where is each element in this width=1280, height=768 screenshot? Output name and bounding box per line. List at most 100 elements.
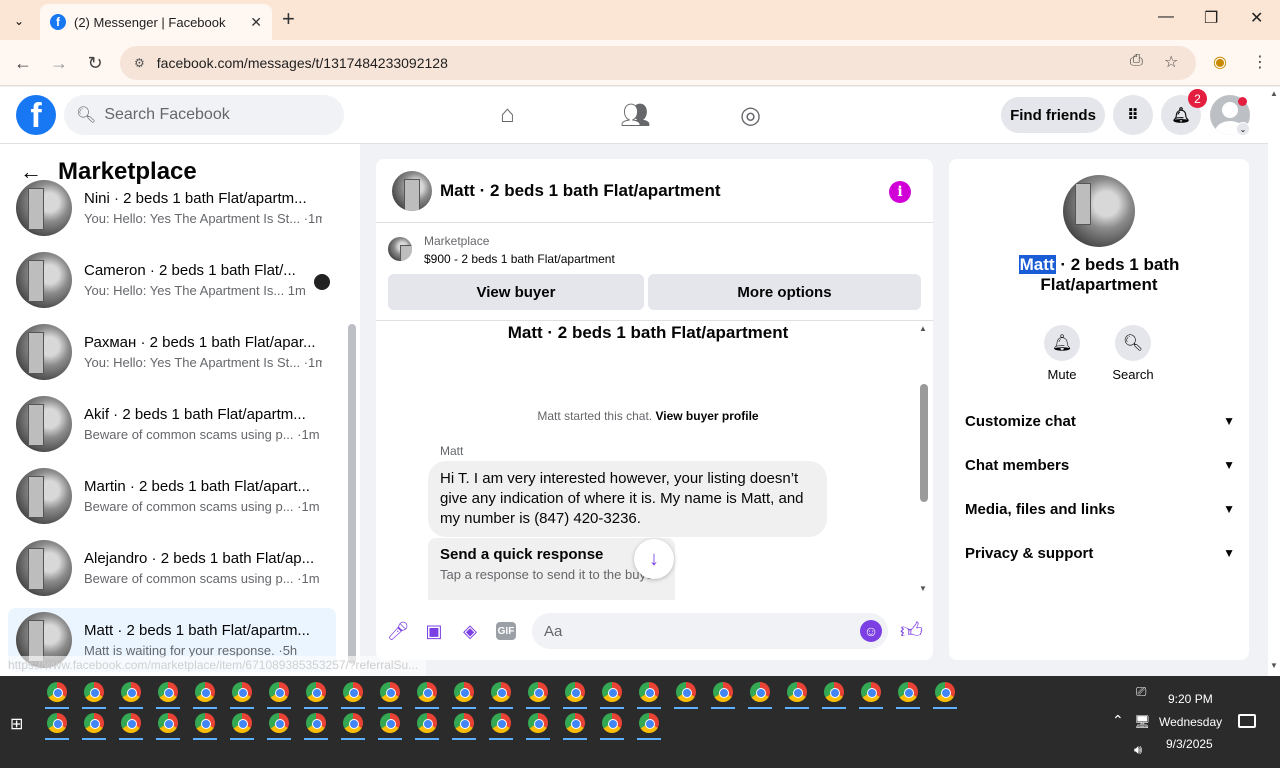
chrome-taskbar-icon[interactable]	[491, 713, 511, 733]
tab-list-chevron-icon[interactable]: ⌄	[8, 10, 30, 32]
home-icon[interactable]: ⌂	[500, 101, 515, 129]
friends-icon[interactable]: 👥︎	[620, 101, 650, 130]
conversation-item[interactable]: Cameron · 2 beds 1 bath Flat/... You: He…	[8, 248, 336, 312]
chrome-taskbar-icon[interactable]	[232, 713, 252, 733]
scroll-up-icon[interactable]: ▲	[919, 324, 927, 333]
chat-members-section[interactable]: Chat members ▼	[965, 453, 1235, 477]
microphone-icon[interactable]: 🎤︎	[386, 619, 410, 643]
back-icon[interactable]: ←	[12, 52, 34, 74]
conversation-item[interactable]: Nini · 2 beds 1 bath Flat/apartm... You:…	[8, 176, 336, 240]
photo-icon[interactable]: ▣	[422, 619, 446, 643]
chrome-taskbar-icon[interactable]	[898, 682, 918, 702]
site-info-icon[interactable]: ⚙	[134, 56, 145, 70]
view-buyer-profile-link[interactable]: View buyer profile	[655, 409, 758, 423]
sticker-icon[interactable]: ◈	[458, 619, 482, 643]
chrome-taskbar-icon[interactable]	[84, 713, 104, 733]
conversation-item[interactable]: Рахман · 2 beds 1 bath Flat/apar... You:…	[8, 320, 336, 384]
scroll-down-icon[interactable]: ▼	[919, 584, 927, 593]
chrome-taskbar-icon[interactable]	[713, 682, 733, 702]
info-icon[interactable]: i	[889, 181, 911, 203]
restore-icon[interactable]: ❐	[1204, 8, 1218, 28]
clock-date[interactable]: 9/3/2025	[1166, 737, 1213, 751]
browser-tab[interactable]: f (2) Messenger | Facebook ✕	[40, 4, 272, 40]
facebook-logo-icon[interactable]: f	[16, 95, 56, 135]
search-conversation-button[interactable]: 🔍︎ Search	[1103, 325, 1163, 382]
conversation-item[interactable]: Martin · 2 beds 1 bath Flat/apart... Bew…	[8, 464, 336, 528]
clock-day[interactable]: Wednesday	[1159, 715, 1222, 729]
chrome-taskbar-icon[interactable]	[232, 682, 252, 702]
chrome-taskbar-icon[interactable]	[602, 713, 622, 733]
gif-icon[interactable]: GIF	[496, 622, 516, 640]
chrome-taskbar-icon[interactable]	[158, 682, 178, 702]
page-scrollbar[interactable]: ▲ ▼	[1268, 87, 1280, 676]
chrome-taskbar-icon[interactable]	[380, 682, 400, 702]
chrome-taskbar-icon[interactable]	[269, 713, 289, 733]
browser-menu-icon[interactable]: ⋮	[1252, 52, 1268, 72]
bookmark-star-icon[interactable]: ☆	[1164, 52, 1178, 72]
chrome-taskbar-icon[interactable]	[935, 682, 955, 702]
volume-icon[interactable]: 🔊︎	[1134, 742, 1142, 758]
chrome-taskbar-icon[interactable]	[84, 682, 104, 702]
chrome-taskbar-icon[interactable]	[158, 713, 178, 733]
chrome-taskbar-icon[interactable]	[417, 682, 437, 702]
groups-icon[interactable]: ◎	[740, 101, 761, 130]
listing-price[interactable]: $900 - 2 beds 1 bath Flat/apartment	[424, 252, 615, 266]
customize-chat-section[interactable]: Customize chat ▼	[965, 409, 1235, 433]
contact-avatar[interactable]	[1063, 175, 1135, 247]
chrome-taskbar-icon[interactable]	[676, 682, 696, 702]
conversation-item[interactable]: Alejandro · 2 beds 1 bath Flat/ap... Bew…	[8, 536, 336, 600]
minimize-icon[interactable]: —	[1158, 8, 1174, 26]
notifications-bell-icon[interactable]: 🔔︎ 2	[1161, 89, 1207, 135]
menu-grid-icon[interactable]: ⠿	[1113, 95, 1153, 135]
chrome-taskbar-icon[interactable]	[528, 682, 548, 702]
more-options-button[interactable]: More options	[648, 274, 921, 310]
chrome-taskbar-icon[interactable]	[195, 682, 215, 702]
page-scroll-down-icon[interactable]: ▼	[1270, 661, 1278, 670]
chat-title[interactable]: Matt · 2 beds 1 bath Flat/apartment	[440, 181, 721, 201]
chrome-taskbar-icon[interactable]	[565, 713, 585, 733]
chrome-taskbar-icon[interactable]	[565, 682, 585, 702]
install-app-icon[interactable]: ⎙	[1130, 52, 1143, 70]
network-icon[interactable]: 🖥︎	[1134, 714, 1151, 730]
chrome-taskbar-icon[interactable]	[269, 682, 289, 702]
url-bar[interactable]: ⚙ facebook.com/messages/t/13174842330921…	[120, 46, 1196, 80]
chat-scrollbar[interactable]: ▲ ▼	[919, 324, 929, 599]
account-chevron-icon[interactable]: ⌄	[1236, 122, 1250, 136]
chrome-taskbar-icon[interactable]	[343, 682, 363, 702]
new-tab-icon[interactable]: +	[282, 8, 295, 30]
chat-list-scrollbar[interactable]	[348, 194, 356, 664]
chrome-taskbar-icon[interactable]	[47, 713, 67, 733]
chrome-taskbar-icon[interactable]	[861, 682, 881, 702]
view-buyer-button[interactable]: View buyer	[388, 274, 644, 310]
emoji-icon[interactable]: ☺	[860, 620, 882, 642]
show-hidden-icons-chevron-icon[interactable]: ⌃	[1112, 712, 1124, 729]
page-scroll-up-icon[interactable]: ▲	[1270, 89, 1278, 98]
profile-icon[interactable]: ◉	[1213, 52, 1227, 72]
chrome-taskbar-icon[interactable]	[602, 682, 622, 702]
chrome-taskbar-icon[interactable]	[195, 713, 215, 733]
chrome-taskbar-icon[interactable]	[343, 713, 363, 733]
thumbs-up-icon[interactable]: 👍︎	[900, 617, 923, 644]
windows-start-icon[interactable]: ⊞	[10, 714, 23, 734]
chat-avatar[interactable]	[392, 170, 432, 211]
forward-icon[interactable]: →	[48, 52, 70, 74]
chrome-taskbar-icon[interactable]	[121, 713, 141, 733]
chrome-taskbar-icon[interactable]	[121, 682, 141, 702]
chrome-taskbar-icon[interactable]	[454, 682, 474, 702]
chrome-taskbar-icon[interactable]	[639, 713, 659, 733]
notification-center-icon[interactable]	[1238, 714, 1256, 728]
mute-button[interactable]: 🔔︎ Mute	[1032, 325, 1092, 382]
close-window-icon[interactable]: ✕	[1250, 8, 1263, 28]
chrome-taskbar-icon[interactable]	[306, 713, 326, 733]
chrome-taskbar-icon[interactable]	[491, 682, 511, 702]
conversation-item[interactable]: Akif · 2 beds 1 bath Flat/apartm... Bewa…	[8, 392, 336, 456]
message-input[interactable]	[532, 613, 888, 649]
chrome-taskbar-icon[interactable]	[528, 713, 548, 733]
chrome-taskbar-icon[interactable]	[639, 682, 659, 702]
clock-time[interactable]: 9:20 PM	[1168, 692, 1213, 706]
media-files-links-section[interactable]: Media, files and links ▼	[965, 497, 1235, 521]
tab-close-icon[interactable]: ✕	[250, 14, 262, 31]
reload-icon[interactable]: ↻	[84, 52, 106, 74]
chrome-taskbar-icon[interactable]	[417, 713, 437, 733]
find-friends-button[interactable]: Find friends	[1001, 97, 1105, 133]
